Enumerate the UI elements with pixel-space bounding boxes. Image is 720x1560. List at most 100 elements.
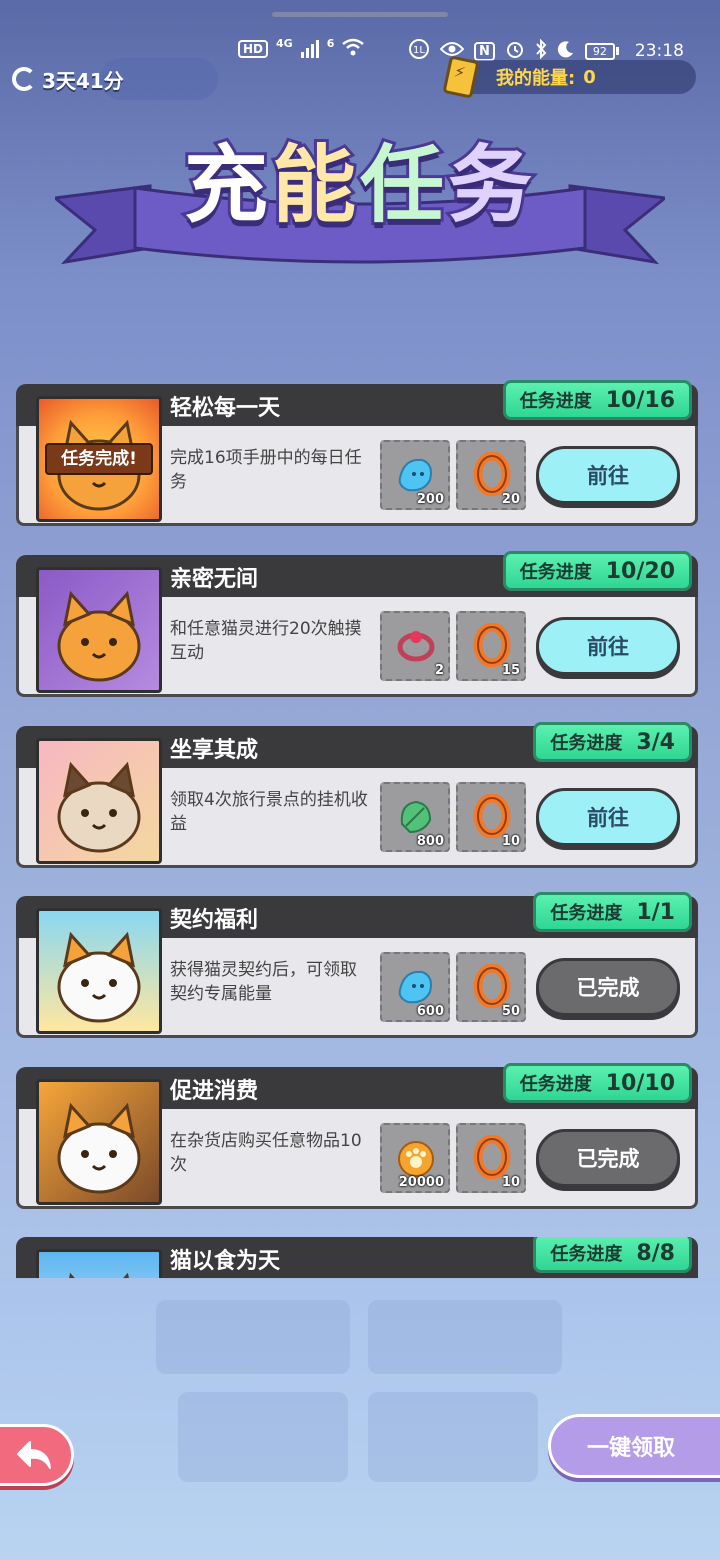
reward-slot[interactable]: 800 [380, 782, 450, 852]
paw-coin-icon [394, 1135, 438, 1179]
timer-text: 3天41分 [42, 68, 124, 93]
progress-value: 10/16 [605, 387, 675, 413]
completed-button[interactable]: 已完成 [536, 958, 680, 1016]
hd-indicator: HD [238, 40, 269, 58]
svg-text:1L: 1L [413, 45, 425, 56]
task-thumbnail [36, 567, 162, 693]
reward-quantity: 600 [416, 1004, 444, 1019]
status-left: HD 4G 6 [238, 36, 365, 60]
progress-value: 10/20 [605, 558, 675, 584]
reward-slot[interactable]: 50 [456, 952, 526, 1022]
reward-quantity: 10 [501, 1175, 520, 1190]
orange-ring-icon [470, 963, 514, 1009]
orange-ring-icon [470, 451, 514, 497]
progress-label: 任务进度 [519, 391, 592, 412]
clock: 23:18 [634, 41, 684, 61]
data-saver-icon: 1L [408, 38, 430, 64]
background-tab [368, 1392, 538, 1482]
task-thumbnail [36, 738, 162, 864]
task-card: 契约福利 任务进度 1/1 获得猫灵契约后，可领取契约专属能量 600 50 已完成 [16, 892, 698, 1038]
task-title: 亲密无间 [170, 567, 259, 592]
task-description: 领取4次旅行景点的挂机收益 [170, 790, 368, 834]
reward-quantity: 2 [434, 663, 444, 678]
progress-label: 任务进度 [550, 733, 623, 754]
battery-level: 92 [584, 42, 615, 60]
reward-slot[interactable]: 20000 [380, 1123, 450, 1193]
orange-ring-icon [470, 793, 514, 839]
task-progress-badge: 任务进度 10/16 [502, 380, 692, 420]
task-title: 猫以食为天 [170, 1249, 281, 1274]
progress-value: 1/1 [636, 899, 675, 925]
completed-button[interactable]: 已完成 [536, 1129, 680, 1187]
go-button[interactable]: 前往 [536, 617, 680, 675]
task-progress-badge: 任务进度 10/10 [502, 1063, 692, 1103]
progress-value: 10/10 [605, 1070, 675, 1096]
task-progress-badge: 任务进度 8/8 [533, 1237, 692, 1273]
moon-icon [557, 40, 575, 62]
task-progress-badge: 任务进度 1/1 [533, 892, 692, 932]
banner-char-1: 充 [181, 133, 272, 237]
background-tab [368, 1300, 562, 1374]
progress-label: 任务进度 [519, 562, 592, 583]
reward-quantity: 20 [501, 492, 520, 507]
claim-all-button[interactable]: 一键领取 [548, 1414, 720, 1478]
reward-quantity: 800 [416, 834, 444, 849]
cat-illustration-icon [57, 590, 141, 682]
cat-illustration-icon [57, 1102, 141, 1194]
task-progress-badge: 任务进度 10/20 [502, 551, 692, 591]
refresh-icon [12, 67, 36, 91]
nfc-icon: N [474, 41, 495, 61]
background-tab [156, 1300, 350, 1374]
task-title: 促进消费 [170, 1079, 259, 1104]
notch-indicator [272, 12, 448, 17]
reward-quantity: 20000 [398, 1175, 444, 1190]
cat-illustration-icon [68, 1272, 130, 1279]
progress-label: 任务进度 [519, 1074, 592, 1095]
banner-char-3: 任 [357, 133, 449, 237]
progress-value: 3/4 [636, 729, 675, 755]
banner-char-2: 能 [269, 133, 360, 237]
blue-crystal-icon [394, 964, 438, 1008]
wifi-badge: 6 [326, 36, 335, 50]
battery-icon: 92 [584, 42, 619, 60]
task-thumbnail [36, 1249, 162, 1279]
task-card: 促进消费 任务进度 10/10 在杂货店购买任意物品10次 20000 10 已完成 [16, 1063, 698, 1209]
green-leaf-icon [394, 794, 438, 838]
reward-slot[interactable]: 10 [456, 1123, 526, 1193]
orange-ring-icon [470, 1134, 514, 1180]
back-button[interactable] [0, 1424, 74, 1486]
energy-counter: 我的能量: 0 [452, 60, 696, 94]
reward-slot[interactable]: 15 [456, 611, 526, 681]
network-label: 4G [276, 36, 293, 50]
task-progress-badge: 任务进度 3/4 [533, 722, 692, 762]
cat-illustration-icon [57, 931, 141, 1023]
orange-ring-icon [470, 622, 514, 668]
energy-value: 0 [583, 66, 596, 88]
task-description: 和任意猫灵进行20次触摸互动 [170, 619, 362, 663]
progress-value: 8/8 [636, 1240, 675, 1266]
blue-crystal-icon [394, 452, 438, 496]
reward-slot[interactable]: 10 [456, 782, 526, 852]
background-tab [178, 1392, 348, 1482]
go-button[interactable]: 前往 [536, 788, 680, 846]
go-button[interactable]: 前往 [536, 446, 680, 504]
reward-quantity: 200 [416, 492, 444, 507]
task-card: 坐享其成 任务进度 3/4 领取4次旅行景点的挂机收益 800 10 前往 [16, 722, 698, 868]
signal-icon [300, 40, 319, 58]
reward-slot[interactable]: 2 [380, 611, 450, 681]
task-card: 猫以食为天 任务进度 8/8 [16, 1237, 698, 1279]
progress-label: 任务进度 [550, 1244, 623, 1265]
banner-char-4: 务 [445, 133, 537, 237]
energy-label: 我的能量: [496, 68, 576, 89]
task-card: 亲密无间 任务进度 10/20 和任意猫灵进行20次触摸互动 2 15 前往 [16, 551, 698, 697]
reward-quantity: 10 [501, 834, 520, 849]
task-complete-stamp: 任务完成! [45, 443, 153, 475]
task-description: 获得猫灵契约后，可领取契约专属能量 [170, 960, 357, 1004]
task-title: 轻松每一天 [170, 396, 281, 421]
task-title: 坐享其成 [170, 738, 259, 763]
reward-slot[interactable]: 600 [380, 952, 450, 1022]
reward-slot[interactable]: 200 [380, 440, 450, 510]
task-title: 契约福利 [170, 908, 259, 933]
task-description: 完成16项手册中的每日任务 [170, 448, 362, 492]
reward-slot[interactable]: 20 [456, 440, 526, 510]
